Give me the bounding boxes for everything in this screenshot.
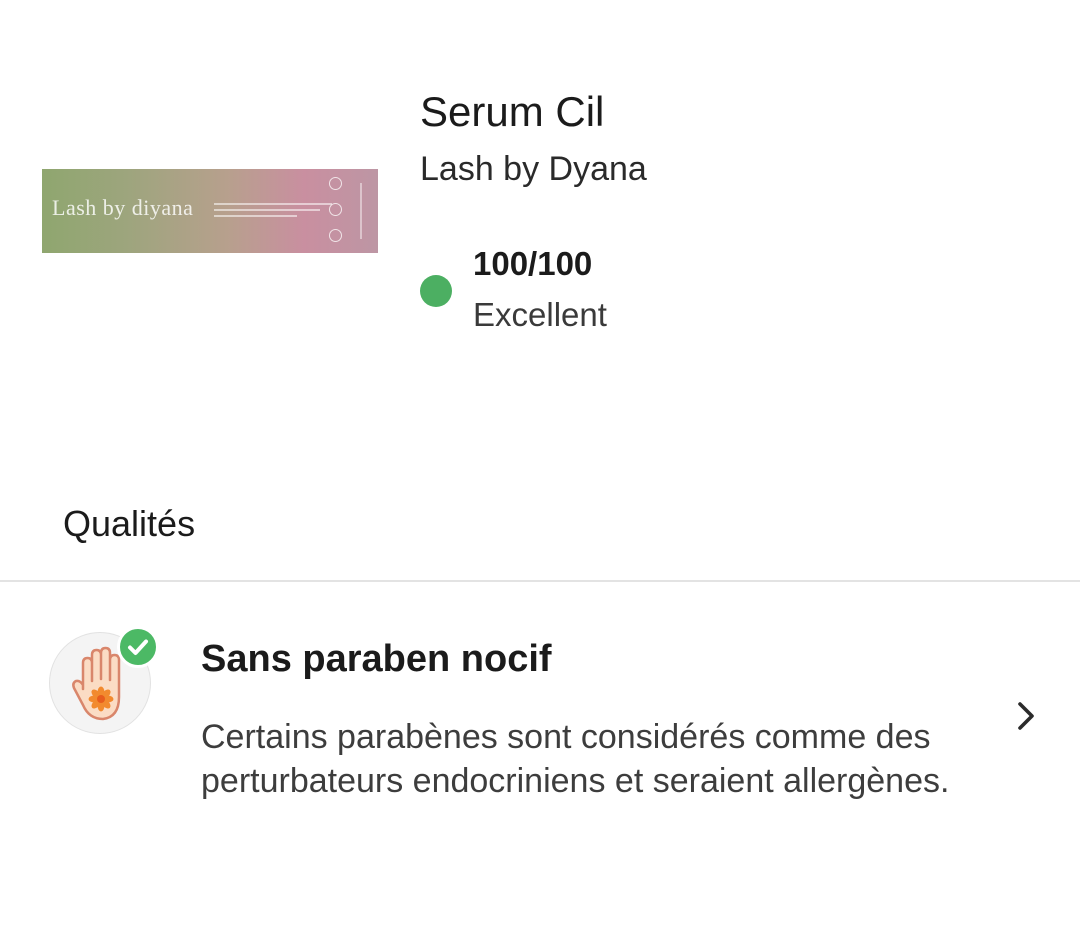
- product-image-decoration: [360, 183, 362, 239]
- product-image-badge-icon: [329, 229, 342, 242]
- product-image: Lash by diyana: [42, 169, 378, 253]
- quality-description: Certains parabènes sont considérés comme…: [201, 718, 950, 800]
- product-image-fine-print: [214, 203, 332, 219]
- score-value: 100/100: [473, 245, 593, 282]
- score-rating-label: Excellent: [473, 296, 607, 333]
- check-icon: [117, 626, 159, 668]
- product-image-badge-icon: [329, 203, 342, 216]
- product-image-logo-text: Lash by diyana: [52, 195, 194, 220]
- quality-item-sans-paraben[interactable]: Sans paraben nocif Certains parabènes so…: [0, 582, 1080, 872]
- score-status-dot: [420, 275, 452, 307]
- product-brand: Lash by Dyana: [420, 150, 647, 188]
- chevron-right-icon[interactable]: [1010, 698, 1042, 734]
- product-title: Serum Cil: [420, 88, 605, 135]
- section-heading-qualites: Qualités: [63, 503, 196, 544]
- quality-title: Sans paraben nocif: [201, 638, 552, 680]
- product-image-badge-icon: [329, 177, 342, 190]
